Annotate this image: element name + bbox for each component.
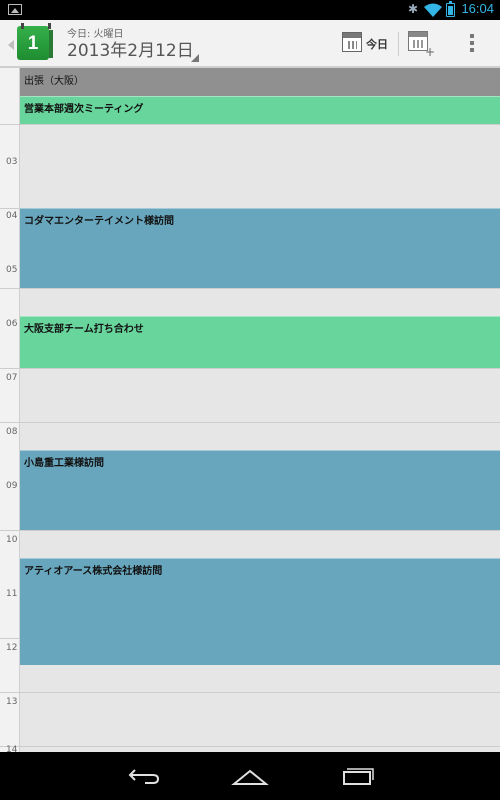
hour-line	[0, 124, 500, 125]
action-bar: 1 今日: 火曜日 2013年2月12日 今日 +	[0, 20, 500, 68]
battery-icon	[446, 1, 455, 17]
date-spinner[interactable]: 2013年2月12日	[67, 36, 194, 61]
hour-line	[0, 368, 500, 369]
recent-apps-icon[interactable]	[340, 766, 374, 786]
app-icon-day: 1	[27, 33, 39, 54]
event-title: 大阪支部チーム打ち合わせ	[24, 324, 144, 335]
spinner-triangle-icon	[191, 54, 199, 62]
hour-label: 12	[6, 643, 18, 653]
wifi-icon	[424, 3, 442, 17]
hour-label: 11	[6, 589, 18, 599]
action-divider	[398, 32, 399, 56]
new-event-button[interactable]: +	[404, 28, 436, 60]
hour-label: 04	[6, 211, 18, 221]
hour-line	[0, 746, 500, 747]
hour-label: 05	[6, 265, 18, 275]
event-block[interactable]: 営業本部週次ミーティング	[20, 96, 500, 124]
event-block[interactable]: コダマエンターテイメント様訪問	[20, 208, 500, 288]
back-icon[interactable]	[127, 766, 161, 786]
today-calendar-icon	[342, 32, 362, 52]
event-block[interactable]: アティオアース株式会社様訪問	[20, 558, 500, 665]
status-clock: 16:04	[461, 1, 494, 16]
gallery-notification-icon	[8, 4, 22, 15]
day-view[interactable]: 03 04 05 06 07 08 09 10 11 12 13 14 出張（大…	[0, 68, 500, 752]
hour-label: 13	[6, 697, 18, 707]
plus-icon: +	[425, 45, 436, 59]
hour-label: 09	[6, 481, 18, 491]
today-button[interactable]: 今日	[338, 28, 394, 60]
hour-line	[0, 288, 500, 289]
hour-label: 14	[6, 745, 18, 752]
overflow-menu-icon[interactable]	[466, 34, 478, 56]
allday-event-title: 出張（大阪）	[24, 76, 84, 87]
calendar-app-icon[interactable]: 1	[17, 23, 53, 60]
today-button-label: 今日	[366, 38, 388, 51]
hour-label: 06	[6, 319, 18, 329]
hour-label: 08	[6, 427, 18, 437]
hour-label: 10	[6, 535, 18, 545]
hour-label: 03	[6, 157, 18, 167]
event-title: コダマエンターテイメント様訪問	[24, 216, 174, 227]
hour-line	[0, 530, 500, 531]
event-block[interactable]: 大阪支部チーム打ち合わせ	[20, 316, 500, 368]
home-icon[interactable]	[231, 768, 269, 786]
hour-line	[0, 422, 500, 423]
event-title: 小島重工業様訪問	[24, 458, 104, 469]
hour-line	[0, 692, 500, 693]
bluetooth-icon: ✱	[408, 2, 419, 16]
navigation-bar	[0, 752, 500, 800]
hour-label: 07	[6, 373, 18, 383]
status-bar: ✱ 16:04	[0, 0, 500, 20]
event-block[interactable]: 小島重工業様訪問	[20, 450, 500, 530]
event-title: アティオアース株式会社様訪問	[24, 566, 163, 577]
event-title: 営業本部週次ミーティング	[24, 104, 144, 115]
allday-event[interactable]: 出張（大阪）	[20, 68, 500, 96]
back-caret-icon[interactable]	[8, 40, 14, 50]
